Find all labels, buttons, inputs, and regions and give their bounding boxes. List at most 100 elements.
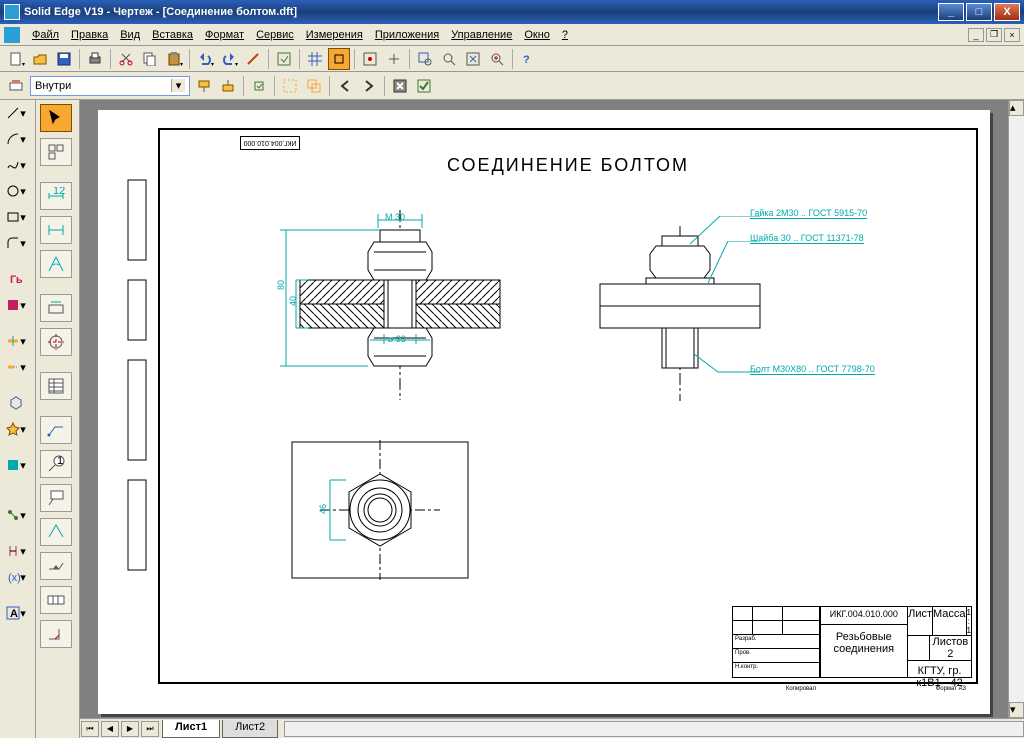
view-wizard-button[interactable] — [2, 392, 30, 414]
paste-button[interactable]: ▾ — [163, 48, 185, 70]
mdi-close-button[interactable]: × — [1004, 28, 1020, 42]
menu-edit[interactable]: Правка — [65, 27, 114, 43]
drawing-canvas[interactable]: ИКГ.004.010.000 СОЕДИНЕНИЕ БОЛТОМ — [80, 100, 1008, 718]
relations-button[interactable] — [383, 48, 405, 70]
trim-tool[interactable]: ▾ — [2, 330, 30, 352]
scroll-down-button[interactable]: ▾ — [1009, 702, 1024, 718]
redo-button[interactable]: ▾ — [218, 48, 240, 70]
principal-view-button[interactable] — [40, 138, 72, 166]
vertical-scrollbar[interactable]: ▴ ▾ — [1008, 100, 1024, 718]
glossary-icon[interactable]: Гь — [2, 268, 30, 290]
new-button[interactable]: ▾ — [5, 48, 27, 70]
balloon-button[interactable]: 1 — [40, 450, 72, 478]
update-view-button[interactable] — [273, 48, 295, 70]
ribbon-toolbar: Внутри ▾ — [0, 72, 1024, 100]
snap-button[interactable] — [328, 48, 350, 70]
leader-bolt — [694, 354, 760, 374]
centerline-button[interactable] — [40, 328, 72, 356]
retrieve-dims-button[interactable] — [40, 294, 72, 322]
close-button[interactable]: X — [994, 3, 1020, 21]
annot-bolt: Болт М30Х80 .. ГОСТ 7798-70 — [750, 364, 875, 375]
edge-condition-button[interactable] — [40, 620, 72, 648]
menu-insert[interactable]: Вставка — [146, 27, 199, 43]
menu-apps[interactable]: Приложения — [369, 27, 445, 43]
clear-button[interactable] — [389, 75, 411, 97]
fillet-tool[interactable]: ▾ — [2, 232, 30, 254]
undo-button[interactable]: ▾ — [194, 48, 216, 70]
variable-tool[interactable]: (x)▾ — [2, 566, 30, 588]
arc-tool[interactable]: ▾ — [2, 128, 30, 150]
weld-symbol-button[interactable] — [40, 552, 72, 580]
select-tool[interactable] — [40, 104, 72, 132]
tab-prev-button[interactable]: ◀ — [101, 721, 119, 737]
tab-next-button[interactable]: ▶ — [121, 721, 139, 737]
extend-tool[interactable]: ▾ — [2, 356, 30, 378]
svg-text:A: A — [10, 608, 18, 620]
next-button[interactable] — [358, 75, 380, 97]
menu-file[interactable]: Файл — [26, 27, 65, 43]
save-button[interactable] — [53, 48, 75, 70]
select-options-button[interactable] — [5, 75, 27, 97]
surface-texture-button[interactable] — [40, 518, 72, 546]
partslist-button[interactable] — [40, 372, 72, 400]
prev-button[interactable] — [334, 75, 356, 97]
copy-button[interactable] — [139, 48, 161, 70]
bottomup-button[interactable] — [217, 75, 239, 97]
tab-last-button[interactable]: ⏭ — [141, 721, 159, 737]
doc-icon — [4, 27, 20, 43]
angle-dim-button[interactable] — [40, 250, 72, 278]
help-button[interactable]: ? — [517, 48, 539, 70]
connect-tool[interactable]: ▾ — [2, 504, 30, 526]
pan-button[interactable] — [486, 48, 508, 70]
zoom-fit-button[interactable] — [462, 48, 484, 70]
block-tool[interactable]: ▾ — [2, 454, 30, 476]
app-icon — [4, 4, 20, 20]
fence-overlap-button[interactable] — [303, 75, 325, 97]
constraint-tool[interactable]: ▾ — [2, 540, 30, 562]
menu-manage[interactable]: Управление — [445, 27, 518, 43]
sheet-tab-2[interactable]: Лист2 — [222, 720, 278, 738]
front-view — [250, 210, 510, 410]
menu-service[interactable]: Сервис — [250, 27, 300, 43]
tab-first-button[interactable]: ⏮ — [81, 721, 99, 737]
selection-scope-dropdown[interactable]: Внутри ▾ — [30, 76, 190, 96]
menu-view[interactable]: Вид — [114, 27, 146, 43]
scroll-up-button[interactable]: ▴ — [1009, 100, 1024, 116]
grid-button[interactable] — [304, 48, 326, 70]
menu-window[interactable]: Окно — [518, 27, 556, 43]
horizontal-scrollbar[interactable] — [284, 721, 1024, 737]
menu-format[interactable]: Формат — [199, 27, 250, 43]
sheet-frame: ИКГ.004.010.000 СОЕДИНЕНИЕ БОЛТОМ — [158, 128, 978, 684]
callout-button[interactable] — [40, 484, 72, 512]
line-tool[interactable]: ▾ — [2, 102, 30, 124]
rectangle-tool[interactable]: ▾ — [2, 206, 30, 228]
distance-dim-button[interactable] — [40, 216, 72, 244]
print-button[interactable] — [84, 48, 106, 70]
accept-button[interactable] — [413, 75, 435, 97]
menu-help[interactable]: ? — [556, 27, 574, 43]
fence-inside-button[interactable] — [279, 75, 301, 97]
activate-part-button[interactable] — [248, 75, 270, 97]
zoom-area-button[interactable] — [414, 48, 436, 70]
maximize-button[interactable]: □ — [966, 3, 992, 21]
sheet-tab-1[interactable]: Лист1 — [162, 720, 220, 738]
circle-tool[interactable]: ▾ — [2, 180, 30, 202]
mdi-restore-button[interactable]: ❐ — [986, 28, 1002, 42]
symbol-button[interactable]: ▾ — [2, 418, 30, 440]
text-tool[interactable]: A▾ — [2, 602, 30, 624]
curve-tool[interactable]: ▾ — [2, 154, 30, 176]
annot-nut: Гайка 2М30 .. ГОСТ 5915-70 — [750, 208, 867, 219]
fill-tool[interactable]: ▾ — [2, 294, 30, 316]
cut-button[interactable] — [115, 48, 137, 70]
topdown-button[interactable] — [193, 75, 215, 97]
zoom-button[interactable] — [438, 48, 460, 70]
sketch-icon[interactable] — [242, 48, 264, 70]
mdi-minimize-button[interactable]: _ — [968, 28, 984, 42]
feature-control-button[interactable] — [40, 586, 72, 614]
intellisketch-button[interactable] — [359, 48, 381, 70]
menu-measure[interactable]: Измерения — [300, 27, 369, 43]
smartdim-button[interactable]: 12 — [40, 182, 72, 210]
open-button[interactable] — [29, 48, 51, 70]
leader-button[interactable] — [40, 416, 72, 444]
minimize-button[interactable]: _ — [938, 3, 964, 21]
